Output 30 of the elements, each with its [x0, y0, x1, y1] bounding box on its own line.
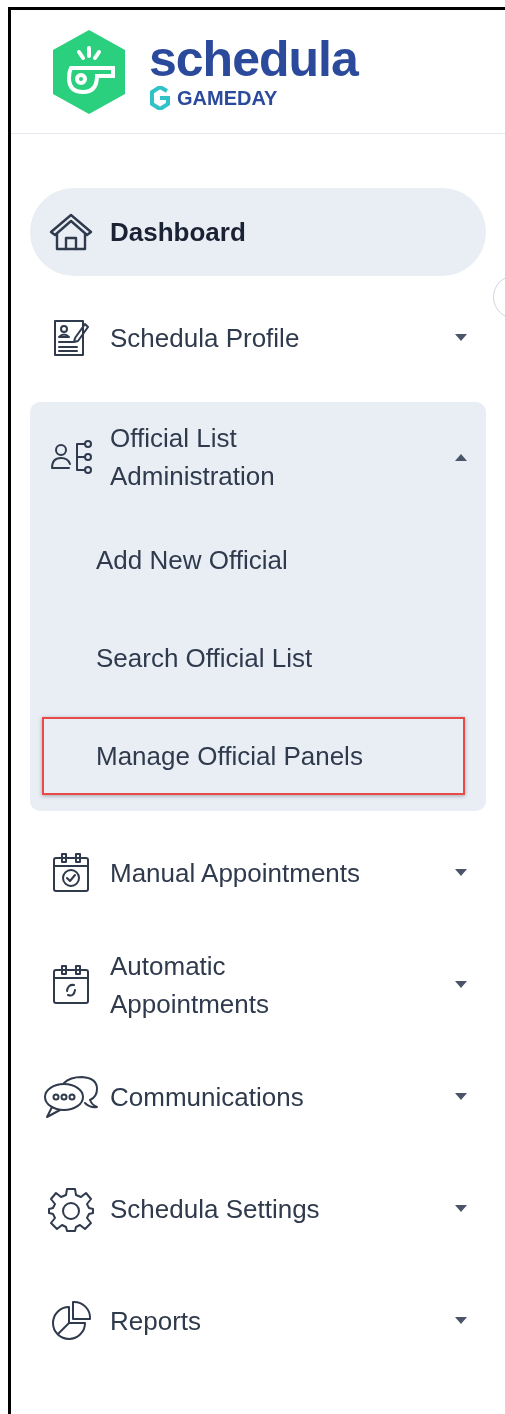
caret-icon [455, 1205, 467, 1213]
menu-group-header[interactable]: Official List Administration [30, 402, 486, 511]
calendar-check-icon [51, 852, 91, 894]
menu-group-header[interactable]: Communications [30, 1047, 486, 1147]
calendar-sync-icon [51, 964, 91, 1006]
whistle-logo-icon [51, 29, 127, 114]
menu-group-header[interactable]: Automatic Appointments [30, 935, 486, 1035]
caret-icon [455, 981, 467, 989]
dashboard-link[interactable]: Dashboard [30, 188, 486, 276]
submenu-link[interactable]: Search Official List [42, 619, 465, 697]
pie-chart-icon [49, 1299, 93, 1343]
menu-group-header[interactable]: Schedula Settings [30, 1159, 486, 1259]
caret-icon [455, 1093, 467, 1101]
menu-group-header[interactable]: Reports [30, 1271, 486, 1371]
submenu-link[interactable]: Manage Official Panels [42, 717, 465, 795]
menu-group-header[interactable]: Schedula Profile [30, 288, 486, 388]
caret-icon [455, 334, 467, 342]
caret-icon [455, 869, 467, 877]
people-tree-icon [49, 437, 93, 476]
caret-icon [455, 452, 467, 461]
menu-group-header[interactable]: Manual Appointments [30, 823, 486, 923]
chat-bubbles-icon [42, 1075, 100, 1119]
profile-form-icon [53, 318, 89, 358]
logo-wordmark: schedula [149, 33, 358, 84]
caret-icon [455, 1317, 467, 1325]
submenu-link[interactable]: Add New Official [42, 521, 465, 599]
brand-mark-icon [149, 85, 171, 110]
house-icon [48, 212, 94, 252]
brand-name: GAMEDAY [177, 86, 278, 109]
settings-icon [48, 1186, 94, 1232]
